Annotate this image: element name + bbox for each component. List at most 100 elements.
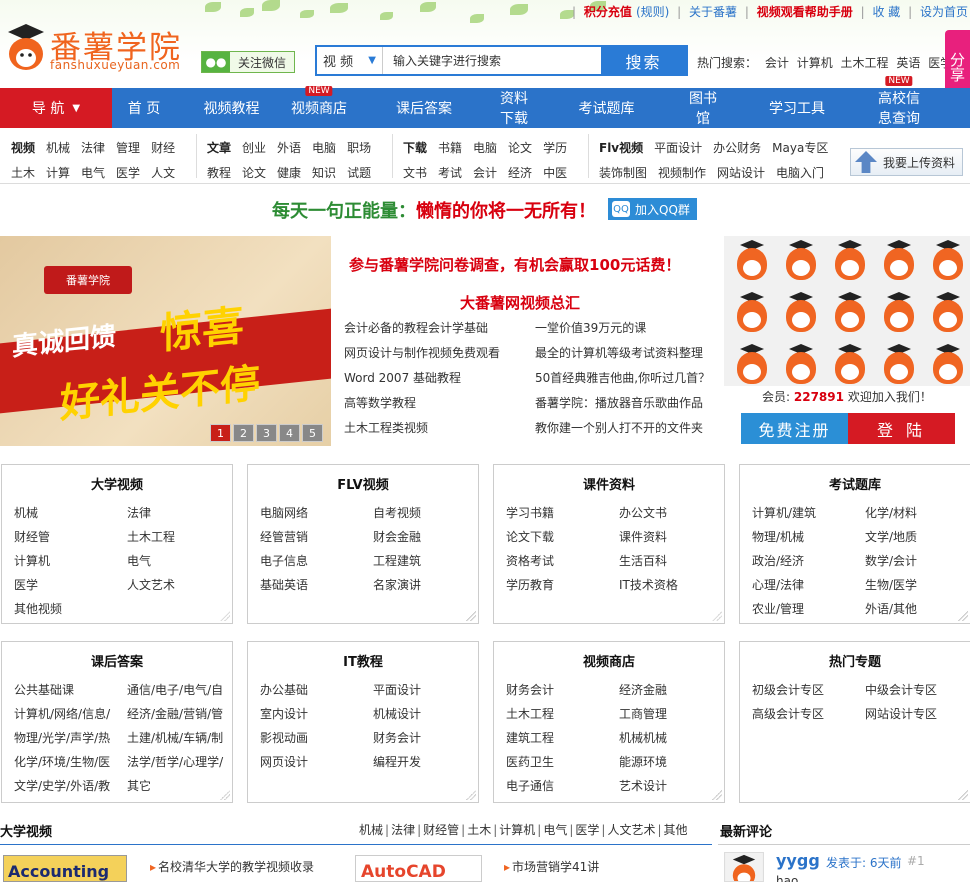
category-link[interactable]: Maya专区 (772, 141, 828, 155)
category-link[interactable]: 办公财务 (713, 141, 761, 155)
category-link[interactable]: 电气 (81, 166, 105, 180)
member-avatar[interactable] (925, 288, 969, 334)
promo-link[interactable]: 50首经典雅吉他曲,你听过几首？ (535, 366, 710, 391)
box-link[interactable]: 计算机/网络/信息/ (14, 702, 127, 726)
category-head[interactable]: 视频 (11, 141, 35, 155)
nav-item-answers[interactable]: 课后答案 (349, 98, 499, 118)
promo-link[interactable]: 土木工程类视频 (344, 416, 500, 441)
university-video-link[interactable]: 其他 (664, 823, 688, 837)
box-link[interactable]: 土建/机械/车辆/制 (127, 726, 240, 750)
member-avatar[interactable] (729, 236, 773, 282)
box-link[interactable]: 人文艺术 (127, 573, 240, 597)
box-link[interactable]: 初级会计专区 (752, 678, 865, 702)
promo-link[interactable]: 一堂价值39万元的课 (535, 316, 710, 341)
box-link[interactable]: 化学/材料 (865, 501, 970, 525)
box-link[interactable]: 电气 (127, 549, 240, 573)
member-avatar[interactable] (876, 236, 920, 282)
category-link[interactable]: 装饰制图 (599, 166, 647, 180)
box-link[interactable]: 电脑网络 (260, 501, 373, 525)
nav-guide-menu[interactable]: 导 航 ▼ (0, 88, 112, 128)
category-link[interactable]: 视频制作 (658, 166, 706, 180)
member-avatar[interactable] (827, 288, 871, 334)
box-title[interactable]: IT教程 (248, 651, 478, 670)
box-link[interactable]: 机械设计 (373, 702, 486, 726)
promo-link[interactable]: 最全的计算机等级考试资料整理 (535, 341, 710, 366)
favorite-link[interactable]: 收 藏 (872, 5, 900, 19)
register-button[interactable]: 免费注册 (741, 413, 848, 444)
hot-term[interactable]: 土木工程 (841, 56, 889, 70)
member-avatar[interactable] (876, 288, 920, 334)
box-link[interactable]: 法学/哲学/心理学/ (127, 750, 240, 774)
category-link[interactable]: 土木 (11, 166, 35, 180)
points-link[interactable]: 积分充值 (584, 5, 632, 19)
about-link[interactable]: 关于番薯 (689, 5, 737, 19)
box-link[interactable]: 经济金融 (619, 678, 732, 702)
box-title[interactable]: 热门专题 (740, 651, 970, 670)
search-button[interactable]: 搜索 (601, 47, 686, 74)
category-link[interactable]: 论文 (508, 141, 532, 155)
category-head[interactable]: 下载 (403, 141, 427, 155)
member-avatar[interactable] (729, 340, 773, 386)
member-avatar[interactable] (778, 236, 822, 282)
category-link[interactable]: 会计 (473, 166, 497, 180)
category-link[interactable]: 法律 (81, 141, 105, 155)
box-link[interactable]: 网站设计专区 (865, 702, 970, 726)
box-link[interactable]: 高级会计专区 (752, 702, 865, 726)
box-link[interactable]: 中级会计专区 (865, 678, 970, 702)
nav-item-home[interactable]: 首 页 (114, 98, 174, 118)
member-avatar[interactable] (778, 340, 822, 386)
banner-page-button[interactable]: 2 (233, 424, 254, 442)
university-video-link[interactable]: 法律 (391, 823, 415, 837)
box-link[interactable]: 办公文书 (619, 501, 732, 525)
nav-item-library[interactable]: 图书馆 (684, 88, 722, 128)
nav-item-colleges[interactable]: NEW 高校信息查询 (872, 76, 926, 128)
member-avatar[interactable] (827, 236, 871, 282)
promo-link[interactable]: 高等数学教程 (344, 391, 500, 416)
box-link[interactable]: 财会金融 (373, 525, 486, 549)
box-link[interactable]: 其他视频 (14, 597, 127, 621)
university-video-link[interactable]: 机械 (359, 823, 383, 837)
promo-banner[interactable]: 番薯学院 真诚回馈 惊喜 好礼关不停 1 2 3 4 5 (0, 236, 331, 446)
banner-page-button[interactable]: 1 (210, 424, 231, 442)
category-link[interactable]: 健康 (277, 166, 301, 180)
box-title[interactable]: 考试题库 (740, 474, 970, 493)
video-collection-title[interactable]: 大番薯网视频总汇 (460, 292, 580, 313)
box-link[interactable]: 电子信息 (260, 549, 373, 573)
banner-page-button[interactable]: 3 (256, 424, 277, 442)
box-link[interactable]: 物理/机械 (752, 525, 865, 549)
follow-wechat-button[interactable]: ●● 关注微信 (201, 51, 295, 73)
university-video-title[interactable]: 大学视频 (0, 821, 52, 840)
promo-link[interactable]: 网页设计与制作视频免费观看 (344, 341, 500, 366)
box-title[interactable]: 大学视频 (2, 474, 232, 493)
category-link[interactable]: 机械 (46, 141, 70, 155)
box-link[interactable]: 机械机械 (619, 726, 732, 750)
category-link[interactable]: 文书 (403, 166, 427, 180)
box-link[interactable]: 文学/史学/外语/教 (14, 774, 127, 798)
university-video-link[interactable]: 计算机 (499, 823, 535, 837)
promo-link[interactable]: Word 2007 基础教程 (344, 366, 500, 391)
upload-button[interactable]: 我要上传资料 (850, 148, 963, 176)
commenter-name[interactable]: yygg (776, 851, 820, 870)
category-link[interactable]: 学历 (543, 141, 567, 155)
box-link[interactable]: 网页设计 (260, 750, 373, 774)
box-link[interactable]: IT技术资格 (619, 573, 732, 597)
book-thumbnail-accounting[interactable]: Accounting (3, 855, 127, 882)
join-qq-group-button[interactable]: QQ 加入QQ群 (608, 198, 697, 220)
book-thumbnail-autocad[interactable]: AutoCAD 2011 (355, 855, 482, 882)
survey-link[interactable]: 参与番薯学院问卷调查，有机会赢取100元话费！ (349, 254, 680, 275)
box-link[interactable]: 法律 (127, 501, 240, 525)
category-link[interactable]: 电脑 (473, 141, 497, 155)
box-title[interactable]: 课件资料 (494, 474, 724, 493)
box-link[interactable]: 电子通信 (506, 774, 619, 798)
box-link[interactable]: 资格考试 (506, 549, 619, 573)
category-link[interactable]: 创业 (242, 141, 266, 155)
university-video-link[interactable]: 电气 (543, 823, 567, 837)
category-link[interactable]: 人文 (151, 166, 175, 180)
member-avatar[interactable] (778, 288, 822, 334)
promo-link[interactable]: 番薯学院：播放器音乐歌曲作品 (535, 391, 710, 416)
box-link[interactable]: 财务会计 (373, 726, 486, 750)
hot-term[interactable]: 会计 (765, 56, 789, 70)
box-link[interactable]: 物理/光学/声学/热 (14, 726, 127, 750)
nav-item-video-tutorials[interactable]: 视频教程 (174, 98, 289, 118)
search-category-select[interactable]: 视 频 ▼ (317, 47, 383, 74)
